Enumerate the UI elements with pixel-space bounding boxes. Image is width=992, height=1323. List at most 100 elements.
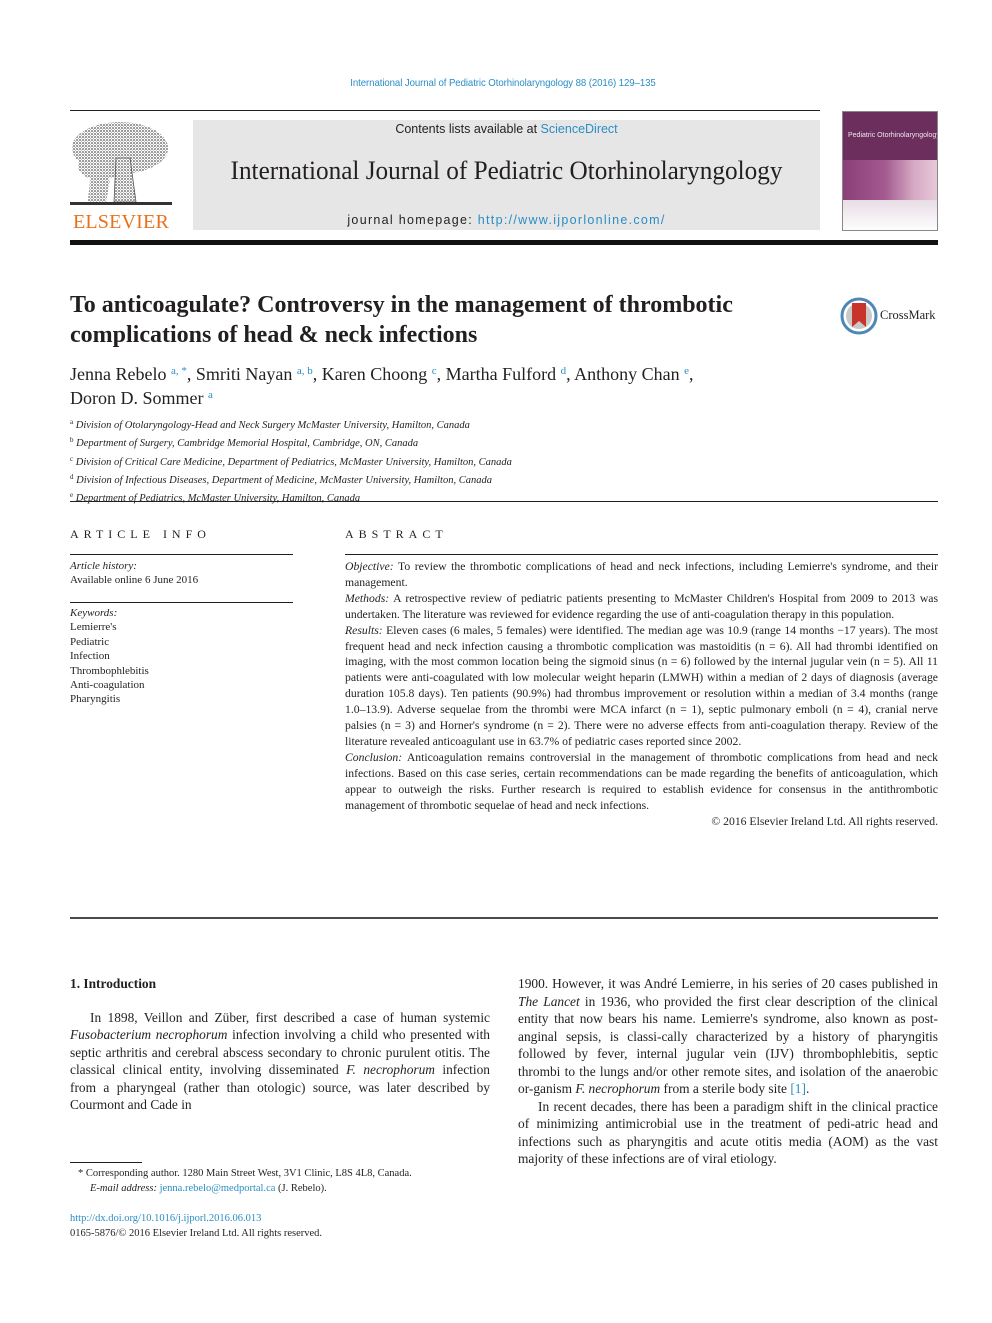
email-line: E-mail address: jenna.rebelo@medportal.c… (70, 1181, 510, 1196)
doi-link[interactable]: http://dx.doi.org/10.1016/j.ijporl.2016.… (70, 1213, 261, 1224)
author-name[interactable]: Martha Fulford (446, 364, 556, 384)
intro-paragraph-1: In 1898, Veillon and Züber, first descri… (70, 1009, 490, 1114)
affiliation-item: c Division of Critical Care Medicine, De… (70, 452, 670, 470)
body-column-right: 1900. However, it was André Lemierre, in… (518, 975, 938, 1168)
text-run: . (805, 1081, 810, 1096)
author-affiliation-link[interactable]: d (561, 365, 567, 377)
author-name[interactable]: Smriti Nayan (196, 364, 293, 384)
email-suffix: (J. Rebelo). (275, 1183, 327, 1194)
author-name[interactable]: Karen Choong (322, 364, 427, 384)
journal-homepage-link[interactable]: http://www.ijporlonline.com/ (478, 213, 666, 227)
article-info-heading: ARTICLE INFO (70, 527, 211, 541)
doi-block: http://dx.doi.org/10.1016/j.ijporl.2016.… (70, 1211, 322, 1241)
sciencedirect-link[interactable]: ScienceDirect (541, 122, 618, 136)
cover-footer (843, 200, 937, 230)
article-history-label: Article history: (70, 560, 137, 572)
abstract-section-label: Objective: (345, 560, 394, 573)
abstract-conclusion: Conclusion: Anticoagulation remains cont… (345, 750, 938, 814)
species-name: F. necrophorum (346, 1062, 435, 1077)
footnote-divider (70, 1162, 142, 1163)
reference-link-1[interactable]: [1] (790, 1081, 806, 1096)
email-link[interactable]: jenna.rebelo@medportal.ca (160, 1183, 276, 1194)
corresponding-author-footnote: * Corresponding author. 1280 Main Street… (70, 1166, 510, 1196)
author-name[interactable]: Doron D. Sommer (70, 388, 204, 408)
homepage-label: journal homepage: (347, 213, 478, 227)
abstract-methods: Methods: A retrospective review of pedia… (345, 591, 938, 623)
author-affiliation-link[interactable]: a (208, 389, 213, 401)
title-line-2: complications of head & neck infections (70, 322, 478, 348)
keyword-item: Pediatric (70, 635, 110, 648)
abstract-copyright: © 2016 Elsevier Ireland Ltd. All rights … (711, 814, 938, 828)
contents-available-line: Contents lists available at ScienceDirec… (193, 122, 820, 136)
keyword-item: Anti-coagulation (70, 679, 145, 692)
affiliation-key: c (70, 454, 74, 463)
abstract-results: Results: Eleven cases (6 males, 5 female… (345, 623, 938, 750)
author-affiliation-link[interactable]: e (684, 365, 689, 377)
affiliation-item: b Department of Surgery, Cambridge Memor… (70, 433, 670, 451)
keyword-item: Lemierre's (70, 621, 117, 634)
affiliation-item: d Division of Infectious Diseases, Depar… (70, 470, 670, 488)
affiliation-key: a (70, 418, 74, 426)
author-name[interactable]: Anthony Chan (574, 364, 680, 384)
issn-copyright: 0165-5876/© 2016 Elsevier Ireland Ltd. A… (70, 1228, 323, 1239)
affiliation-text: Division of Otolaryngology-Head and Neck… (75, 420, 470, 431)
intro-paragraph-2: In recent decades, there has been a para… (518, 1098, 938, 1167)
abstract-bottom-divider (70, 917, 938, 919)
author-affiliation-link[interactable]: a, * (171, 365, 187, 377)
journal-cover-thumbnail[interactable]: Pediatric Otorhinolaryngology (842, 111, 938, 231)
journal-name-italic: The Lancet (518, 993, 580, 1009)
crossmark-icon (840, 297, 878, 335)
author-list: Jenna Rebelo a, *, Smriti Nayan a, b, Ka… (70, 364, 694, 408)
journal-citation-link[interactable]: International Journal of Pediatric Otorh… (40, 77, 966, 89)
section-heading-introduction: 1. Introduction (70, 976, 157, 991)
affiliation-item: e Department of Pediatrics, McMaster Uni… (70, 488, 670, 506)
species-name: F. necrophorum (575, 1081, 661, 1096)
header-bottom-divider (70, 240, 938, 245)
cover-world-map-image (843, 160, 937, 200)
author-name[interactable]: Jenna Rebelo (70, 364, 166, 384)
contents-prefix: Contents lists available at (395, 122, 541, 136)
email-label: E-mail address: (90, 1183, 160, 1194)
affiliation-text: Department of Pediatrics, McMaster Unive… (75, 493, 361, 505)
abstract-section-text: A retrospective review of pediatric pati… (345, 591, 938, 621)
journal-name: International Journal of Pediatric Otorh… (230, 156, 783, 185)
species-name: Fusobacterium necrophorum (70, 1027, 228, 1042)
title-line-1: To anticoagulate? Controversy in the man… (70, 292, 733, 318)
affiliation-list: a Division of Otolaryngology-Head and Ne… (70, 415, 670, 506)
corresponding-author-note: * Corresponding author. 1280 Main Street… (78, 1168, 412, 1179)
author-affiliation-link[interactable]: c (432, 365, 437, 377)
affiliation-text: Division of Infectious Diseases, Departm… (76, 474, 492, 486)
abstract-body: Objective: To review the thrombotic comp… (345, 559, 938, 829)
keywords-label: Keywords: (70, 607, 118, 619)
crossmark-button[interactable]: CrossMark (840, 296, 940, 336)
abstract-section-text: To review the thrombotic complications o… (345, 560, 938, 589)
article-history-value: Available online 6 June 2016 (70, 574, 199, 587)
affiliation-key: b (70, 436, 74, 445)
affiliation-key: d (70, 472, 74, 481)
author-affiliation-link[interactable]: a, b (297, 365, 313, 377)
abstract-section-label: Methods: (345, 591, 390, 605)
affiliation-text: Department of Surgery, Cambridge Memoria… (76, 438, 419, 450)
crossmark-label: CrossMark (880, 308, 936, 322)
article-history: Article history: Available online 6 June… (70, 559, 293, 588)
abstract-section-label: Conclusion: (345, 750, 403, 764)
keyword-item: Pharyngitis (70, 693, 121, 706)
elsevier-logo[interactable]: ELSEVIER (70, 118, 172, 234)
abstract-section-label: Results: (345, 623, 383, 637)
keyword-item: Infection (70, 650, 110, 663)
abstract-objective: Objective: To review the thrombotic comp… (345, 559, 938, 591)
keywords: Keywords: Lemierre's Pediatric Infection… (70, 606, 293, 707)
abstract-divider (345, 554, 938, 555)
cover-title: Pediatric Otorhinolaryngology (848, 132, 938, 139)
article-title: To anticoagulate? Controversy in the man… (70, 290, 810, 350)
article-info-divider (70, 554, 293, 555)
abstract-section-text: Anticoagulation remains controversial in… (345, 750, 938, 812)
keywords-divider (70, 602, 293, 603)
header-top-divider (70, 110, 820, 111)
elsevier-tree-icon (70, 122, 172, 205)
text-run: from a sterile body site (660, 1081, 791, 1096)
journal-homepage-line: journal homepage: http://www.ijporlonlin… (193, 213, 820, 227)
text-run: 1900. However, it was André Lemierre, in… (518, 976, 938, 991)
body-column-left: 1. Introduction In 1898, Veillon and Züb… (70, 975, 490, 1114)
abstract-section-text: Eleven cases (6 males, 5 females) were i… (345, 623, 938, 748)
